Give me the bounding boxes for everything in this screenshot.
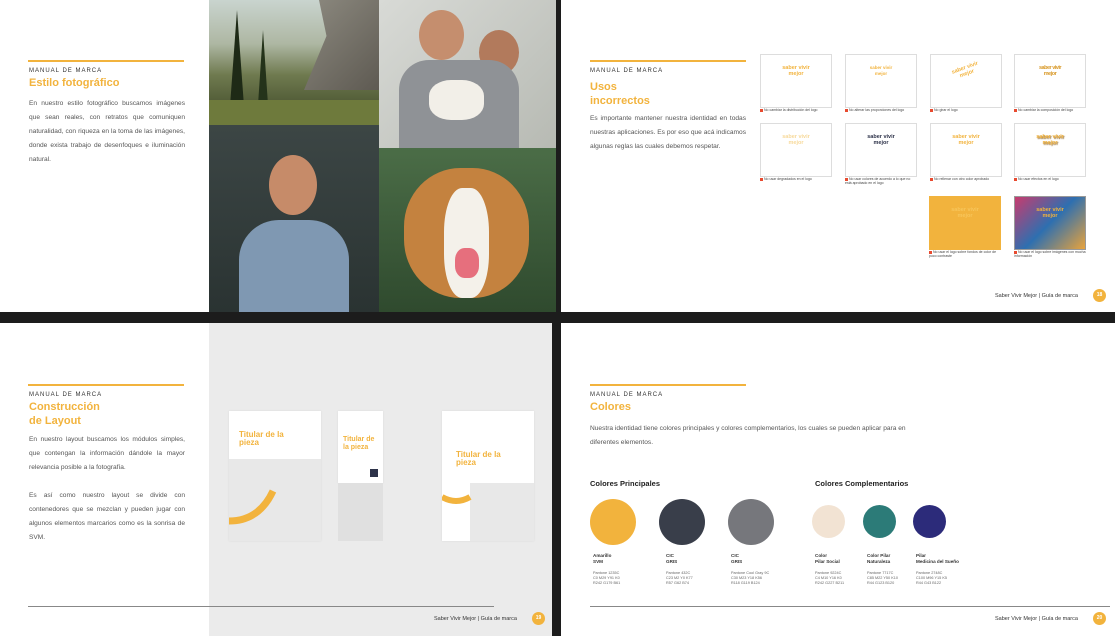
photo-portrait	[209, 125, 379, 312]
color-swatch-gris-claro	[728, 499, 774, 545]
body-text-1: En nuestro layout buscamos los módulos s…	[29, 436, 185, 471]
wrong-use-card: saber vivir mejor	[1014, 196, 1086, 250]
logo-example: saber vivir mejor	[869, 65, 893, 76]
layout-example-card: Titular de la pieza	[442, 411, 534, 541]
wrong-use-card: saber vivir mejor	[929, 196, 1001, 250]
logo-example: saber vivir mejor	[1036, 207, 1064, 219]
wrong-use-card: saber vivir mejor	[845, 54, 917, 108]
page-usos-incorrectos: MANUAL DE MARCA Usos incorrectos Es impo…	[561, 0, 1115, 312]
header-rule	[590, 60, 746, 62]
color-code: Pantone 9224C C4 M10 Y16 K0 R242 G227 B2…	[815, 571, 845, 585]
header-rule	[28, 60, 184, 62]
wrong-use-caption: No usar degradados en el logo	[760, 177, 832, 181]
color-swatch-amarillo	[590, 499, 636, 545]
wrong-use-card: saber vivir mejor	[760, 54, 832, 108]
color-name: Color Pilar Social	[815, 553, 840, 564]
photo-dog	[379, 148, 556, 312]
page-estilo-fotografico: MANUAL DE MARCA Estilo fotográfico En nu…	[0, 0, 556, 312]
page-title: Colores	[590, 401, 631, 413]
kicker: MANUAL DE MARCA	[29, 392, 103, 398]
wrong-use-card: saber vivir mejor	[930, 123, 1002, 177]
logo-example: saber vivir mejor	[1036, 134, 1064, 146]
layout-example-card: Titular de la pieza	[229, 411, 321, 541]
page-number: 19	[532, 612, 545, 625]
card-title: Titular de la pieza	[456, 450, 501, 467]
wrong-use-card: saber vivir mejor	[1014, 54, 1086, 108]
photo-family	[379, 0, 556, 148]
color-name: CIC GRIS	[666, 553, 678, 564]
photo-placeholder	[338, 483, 383, 541]
wrong-use-caption: No usar el logo sobre imágenes con mucha…	[1014, 250, 1086, 258]
color-code: Pantone Cool Gray 9C C30 M23 Y18 K56 R11…	[731, 571, 770, 585]
color-name: Amarillo SVM	[593, 553, 612, 564]
card-title: Titular de la pieza	[343, 436, 375, 451]
logo-example: saber vivir mejor	[782, 65, 810, 77]
wrong-use-caption: No girar el logo	[930, 108, 1002, 112]
kicker: MANUAL DE MARCA	[590, 68, 664, 74]
logo-example: saber vivir mejor	[782, 134, 810, 146]
color-code: Pantone 432C C23 M2 Y0 K77 R57 G62 B74	[666, 571, 693, 585]
wrong-use-caption: No usar efectos en el logo	[1014, 177, 1086, 181]
logo-example: saber vivir mejor	[951, 60, 979, 80]
body-text-2: Es así como nuestro layout se divide con…	[29, 492, 185, 541]
color-name: Color Pilar Naturaleza	[867, 553, 891, 564]
page-colores: MANUAL DE MARCA Colores Nuestra identida…	[561, 323, 1115, 636]
color-code: Pantone 7717C C85 M22 Y50 K10 R44 G123 B…	[867, 571, 898, 585]
footer-text: Saber Vivir Mejor | Guía de marca	[434, 616, 517, 622]
wrong-use-caption: No usar colores de acuerdo a lo que no e…	[845, 177, 917, 185]
color-name: CIC GRIS	[731, 553, 743, 564]
page-number: 18	[1093, 289, 1106, 302]
smile-element	[442, 494, 472, 504]
wrong-use-card: saber vivir mejor	[760, 123, 832, 177]
color-swatch-pilar-medicina-sueno	[913, 505, 946, 538]
kicker: MANUAL DE MARCA	[590, 392, 664, 398]
logo-example: saber vivir mejor	[952, 134, 980, 146]
footer-text: Saber Vivir Mejor | Guía de marca	[995, 616, 1078, 622]
page-title-line2: de Layout	[29, 415, 81, 427]
page-number: 20	[1093, 612, 1106, 625]
page-construccion-layout: MANUAL DE MARCA Construcción de Layout E…	[0, 323, 552, 636]
color-code: Pantone 1235C C0 M29 Y91 K0 R242 G179 B6…	[593, 571, 621, 585]
wrong-use-card: saber vivir mejor	[930, 54, 1002, 108]
kicker: MANUAL DE MARCA	[29, 68, 103, 74]
smile-element	[229, 489, 277, 525]
color-code: Pantone 2748C C100 M96 Y15 K5 R44 G43 B1…	[916, 571, 947, 585]
wrong-use-caption: No alterar las proporciones del logo	[845, 108, 917, 112]
complementarios-title: Colores Complementarios	[815, 479, 909, 488]
wrong-use-card: saber vivir mejor	[1014, 123, 1086, 177]
card-title: Titular de la pieza	[239, 430, 284, 447]
header-rule	[28, 384, 184, 386]
color-name: Pilar Medicina del Sueño	[916, 553, 959, 564]
body-text: Es importante mantener nuestra identidad…	[590, 115, 746, 150]
logo-mark-icon	[370, 469, 378, 477]
page-title: Estilo fotográfico	[29, 77, 120, 89]
wrong-use-caption: No cambiar la distribución del logo	[760, 108, 832, 112]
photo-placeholder	[470, 483, 534, 541]
body-text: Nuestra identidad tiene colores principa…	[590, 425, 906, 446]
logo-example: saber vivir mejor	[951, 207, 979, 219]
footer-line	[590, 606, 1110, 607]
logo-example: saber vivir mejor	[867, 134, 895, 146]
footer-line	[28, 606, 494, 607]
color-swatch-gris-oscuro	[659, 499, 705, 545]
logo-example: saber vivir mejor	[1038, 65, 1062, 77]
page-title-line2: incorrectos	[590, 95, 650, 107]
photo-landscape	[209, 0, 379, 125]
page-title-line1: Usos	[590, 81, 617, 93]
wrong-use-caption: No usar el logo sobre fondos de color de…	[929, 250, 1001, 258]
wrong-use-card: saber vivir mejor	[845, 123, 917, 177]
color-swatch-pilar-social	[812, 505, 845, 538]
principales-title: Colores Principales	[590, 479, 661, 488]
header-rule	[590, 384, 746, 386]
color-swatch-pilar-naturaleza	[863, 505, 896, 538]
wrong-use-caption: No cambiar la composición del logo	[1014, 108, 1086, 112]
layout-example-card: Titular de la pieza	[338, 411, 383, 483]
page-title-line1: Construcción	[29, 401, 100, 413]
wrong-use-caption: No rellenar con otro color aprobado	[930, 177, 1002, 181]
body-text: En nuestro estilo fotográfico buscamos i…	[29, 100, 185, 163]
footer-text: Saber Vivir Mejor | Guía de marca	[995, 293, 1078, 299]
